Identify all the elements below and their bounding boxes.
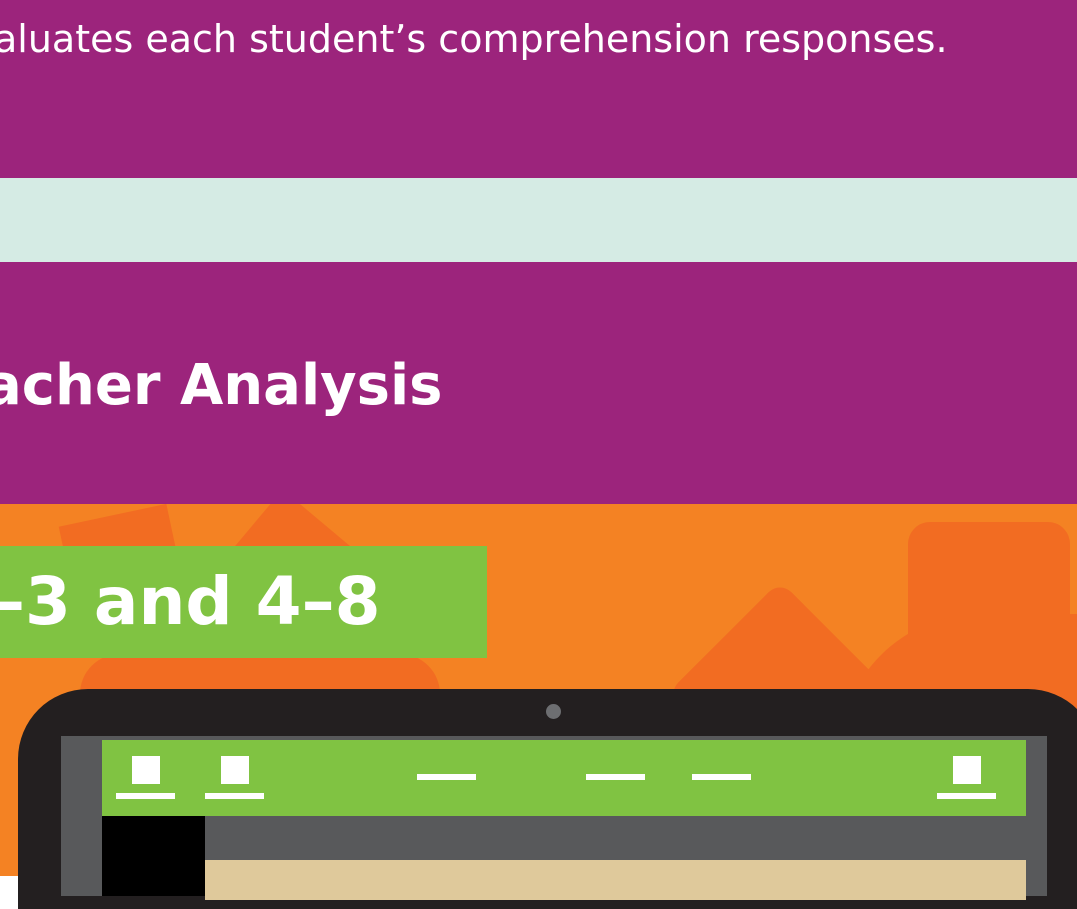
- section-heading: acher Analysis: [0, 353, 443, 418]
- app-content-area: [205, 860, 1026, 900]
- top-purple-band: aluates each student’s comprehension res…: [0, 0, 1077, 178]
- grade-range-text: –3 and 4–8: [0, 563, 381, 640]
- document-icon: [205, 756, 265, 800]
- app-header-strip: [205, 816, 1026, 860]
- dash-icon: [586, 774, 645, 780]
- grade-range-banner: –3 and 4–8: [0, 546, 487, 658]
- app-toolbar: [102, 740, 1026, 816]
- app-sidebar: [102, 816, 205, 896]
- document-icon: [116, 756, 176, 800]
- document-icon: [937, 756, 997, 800]
- mint-divider-band: [0, 178, 1077, 262]
- dash-icon: [692, 774, 751, 780]
- dash-icon: [417, 774, 476, 780]
- description-text: aluates each student’s comprehension res…: [0, 17, 948, 61]
- camera-icon: [546, 704, 561, 719]
